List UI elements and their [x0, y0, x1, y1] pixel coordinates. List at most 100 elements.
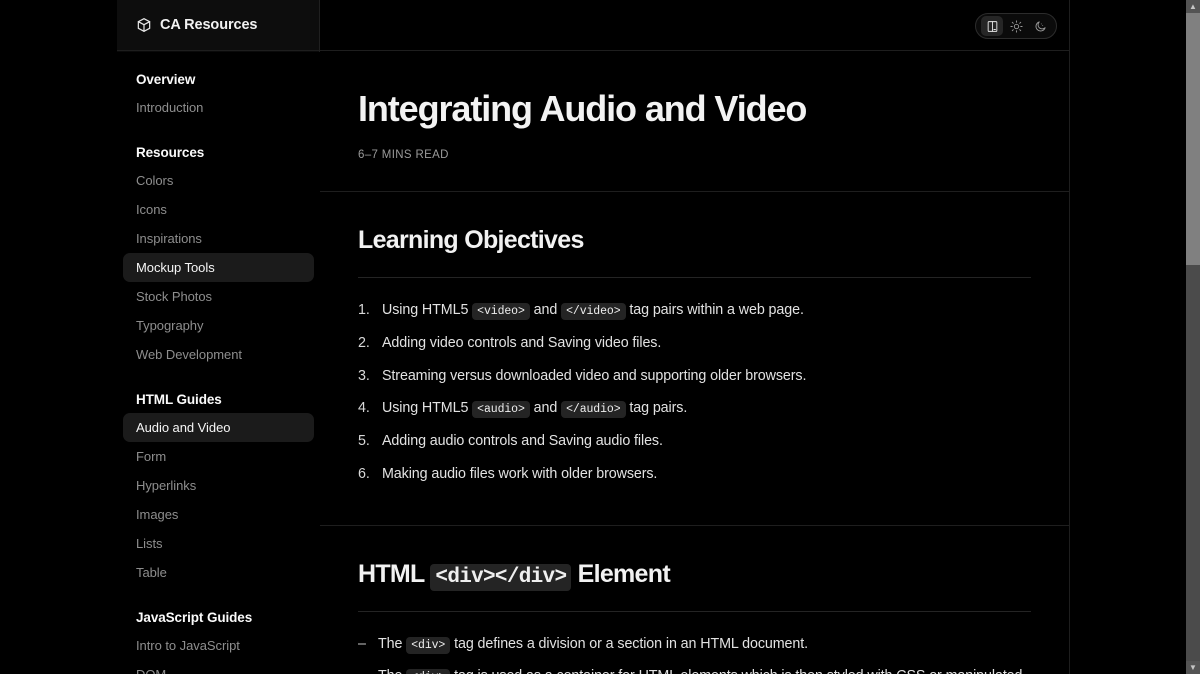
inline-code: <div></div> [430, 563, 572, 591]
section-heading: HTML <div></div> Element [358, 560, 1031, 612]
list-item: – The <div> tag is used as a container fo… [358, 666, 1031, 674]
page-scroll-up-arrow[interactable]: ▲ [1186, 0, 1200, 13]
text-run: and [529, 400, 562, 417]
sidebar-item-introduction[interactable]: Introduction [123, 93, 314, 122]
text-run: Using HTML5 [382, 302, 473, 319]
text-run: Adding video controls and Saving video f… [382, 335, 662, 352]
text-run: Streaming versus downloaded video and su… [382, 367, 807, 384]
list-marker-number: 5. [358, 433, 370, 450]
list-item: 4. Using HTML5 <audio> and </audio> tag p… [358, 398, 1031, 419]
list-item-text: The <div> tag is used as a container for… [378, 666, 1031, 674]
page-scroll-down-arrow[interactable]: ▼ [1186, 661, 1200, 674]
list-item-text: Adding audio controls and Saving audio f… [382, 431, 1031, 452]
reading-mode-icon[interactable] [981, 16, 1003, 36]
left-gutter [0, 0, 117, 674]
text-run: tag defines a division or a section in a… [450, 635, 808, 652]
list-marker-number: 3. [358, 367, 370, 384]
content-section: HTML <div></div> Element – The <div> tag d… [320, 526, 1069, 674]
text-run: tag is used as a container for HTML elem… [378, 668, 1022, 674]
sidebar-group: HTML Guides Audio and Video Form Hyperlinks… [117, 382, 320, 587]
article-sections: Learning Objectives 1. Using HTML5 <video>… [320, 192, 1069, 674]
sidebar-header: CA Resources [117, 0, 319, 51]
section-heading: Learning Objectives [358, 226, 1031, 279]
sun-icon[interactable] [1005, 16, 1027, 36]
sidebar-item-intro-to-javascript[interactable]: Intro to JavaScript [123, 631, 314, 660]
text-run: Using HTML5 [382, 400, 473, 417]
page-scrollbar-thumb[interactable] [1186, 13, 1200, 265]
text-run: Learning Objectives [358, 226, 584, 255]
list-marker-number: 2. [358, 335, 370, 352]
list-item: 3. Streaming versus downloaded video and … [358, 366, 1031, 387]
list-item-text: Adding video controls and Saving video f… [382, 333, 1031, 354]
text-run: The [378, 668, 406, 674]
content-section: Learning Objectives 1. Using HTML5 <video>… [320, 192, 1069, 526]
inline-code: <div> [406, 636, 451, 654]
sidebar-item-dom[interactable]: DOM [123, 660, 314, 674]
list-item-text: Using HTML5 <audio> and </audio> tag pai… [382, 398, 1031, 419]
sidebar-item-inspirations[interactable]: Inspirations [123, 224, 314, 253]
sidebar-item-form[interactable]: Form [123, 442, 314, 471]
list-item: 6. Making audio files work with older bro… [358, 464, 1031, 485]
text-run: Element [571, 559, 671, 588]
list-marker-dash: – [358, 666, 369, 674]
sidebar-group-spacer [117, 369, 320, 382]
sidebar-item-hyperlinks[interactable]: Hyperlinks [123, 471, 314, 500]
list-item: 2. Adding video controls and Saving video… [358, 333, 1031, 354]
sidebar-group-title: JavaScript Guides [136, 610, 253, 625]
theme-toolbar[interactable] [975, 13, 1057, 39]
sidebar-item-audio-and-video[interactable]: Audio and Video [123, 413, 314, 442]
list-item: 5. Adding audio controls and Saving audio… [358, 431, 1031, 452]
moon-icon[interactable] [1029, 16, 1051, 36]
sidebar-item-lists[interactable]: Lists [123, 529, 314, 558]
list-marker-dash: – [358, 635, 366, 652]
brand-name: CA Resources [160, 17, 258, 33]
section-list: – The <div> tag defines a division or a s… [358, 634, 1031, 674]
sidebar-group: JavaScript Guides Intro to JavaScriptDOM [117, 600, 320, 674]
sidebar-item-typography[interactable]: Typography [123, 311, 314, 340]
list-marker-number: 6. [358, 465, 370, 482]
inline-code: <video> [472, 303, 530, 321]
list-item-text: Making audio files work with older brows… [382, 464, 1031, 485]
text-run: and [529, 302, 562, 319]
list-item: 1. Using HTML5 <video> and </video> tag p… [358, 300, 1031, 321]
sidebar-group-title: HTML Guides [136, 392, 222, 407]
list-item-text: The <div> tag defines a division or a se… [378, 634, 1031, 655]
sidebar-item-colors[interactable]: Colors [123, 166, 314, 195]
app-window: CA Resources Overview Introduction Resourc… [0, 0, 1200, 674]
text-run: Adding audio controls and Saving audio f… [382, 433, 663, 450]
text-run: HTML [358, 559, 431, 588]
text-run: tag pairs within a web page. [625, 302, 804, 319]
section-list: 1. Using HTML5 <video> and </video> tag p… [358, 300, 1031, 484]
sidebar-group-title: Overview [136, 72, 196, 87]
inline-code: </video> [561, 303, 626, 321]
article-header: Integrating Audio and Video 6–7 MINS REA… [320, 51, 1069, 193]
main-content: Integrating Audio and Video 6–7 MINS REA… [320, 0, 1070, 674]
list-marker-number: 4. [358, 400, 370, 417]
read-time: 6–7 MINS READ [358, 149, 449, 162]
inline-code: <div> [406, 669, 451, 674]
sidebar-group: Resources Colors Icons Inspirations Mockup T… [117, 135, 320, 369]
text-run: Making audio files work with older brows… [382, 465, 658, 482]
list-item: – The <div> tag defines a division or a s… [358, 634, 1031, 655]
inline-code: </audio> [561, 401, 626, 419]
sidebar-item-web-development[interactable]: Web Development [123, 340, 314, 369]
sidebar-item-mockup-tools[interactable]: Mockup Tools [123, 253, 314, 282]
list-item-text: Using HTML5 <video> and </video> tag pai… [382, 300, 1031, 321]
list-marker-number: 1. [358, 302, 370, 319]
text-run: The [378, 635, 407, 652]
sidebar-item-stock-photos[interactable]: Stock Photos [123, 282, 314, 311]
sidebar-item-table[interactable]: Table [123, 558, 314, 587]
page-scrollbar[interactable]: ▲ ▼ [1186, 0, 1200, 674]
sidebar-group: Overview Introduction [117, 62, 320, 122]
sidebar-item-icons[interactable]: Icons [123, 195, 314, 224]
sidebar-group-title: Resources [136, 145, 205, 160]
sidebar-item-images[interactable]: Images [123, 500, 314, 529]
list-item-text: Streaming versus downloaded video and su… [382, 366, 1031, 387]
cube-icon [136, 17, 152, 33]
sidebar-group-spacer [117, 122, 320, 135]
brand[interactable]: CA Resources [136, 17, 257, 33]
sidebar-nav[interactable]: Overview Introduction Resources Colors Icons… [117, 52, 320, 674]
sidebar: CA Resources Overview Introduction Resourc… [117, 0, 433, 674]
inline-code: <audio> [472, 401, 530, 419]
top-bar [320, 0, 1069, 51]
